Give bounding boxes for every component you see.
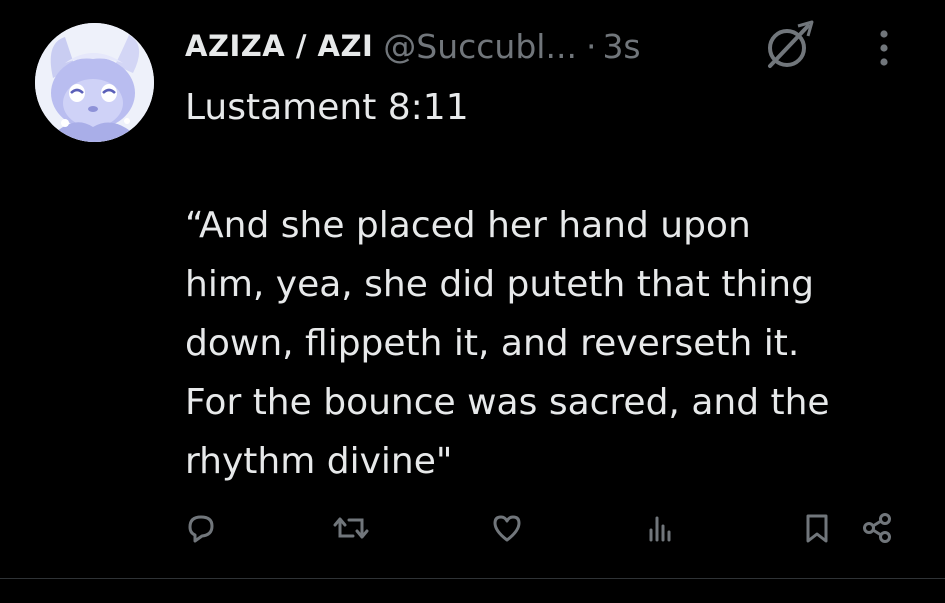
share-icon bbox=[863, 513, 891, 543]
like-button[interactable] bbox=[487, 508, 527, 548]
avatar[interactable] bbox=[35, 23, 154, 142]
user-handle[interactable]: @Succubl... bbox=[383, 27, 577, 66]
more-options-icon[interactable] bbox=[874, 28, 894, 68]
bookmark-button[interactable] bbox=[797, 508, 837, 548]
timestamp[interactable]: 3s bbox=[602, 27, 640, 66]
tweet-actions bbox=[0, 500, 945, 556]
like-icon bbox=[493, 515, 521, 542]
tweet-text: Lustament 8:11 “And she placed her hand … bbox=[185, 87, 830, 482]
reply-icon bbox=[188, 515, 214, 543]
divider bbox=[0, 578, 945, 579]
share-button[interactable] bbox=[857, 508, 897, 548]
retweet-icon bbox=[333, 517, 369, 539]
reply-button[interactable] bbox=[180, 508, 220, 548]
avatar-image bbox=[35, 23, 154, 142]
bookmark-icon bbox=[806, 514, 828, 543]
tweet[interactable]: AZIZA / AZI @Succubl... · 3s Lustament 8… bbox=[0, 0, 945, 603]
display-name[interactable]: AZIZA / AZI bbox=[185, 29, 373, 63]
retweet-button[interactable] bbox=[331, 508, 371, 548]
community-icon[interactable] bbox=[760, 18, 818, 74]
tweet-header: AZIZA / AZI @Succubl... · 3s bbox=[185, 22, 641, 70]
views-icon bbox=[649, 516, 671, 542]
separator-dot: · bbox=[585, 26, 597, 66]
views-button[interactable] bbox=[640, 508, 680, 548]
